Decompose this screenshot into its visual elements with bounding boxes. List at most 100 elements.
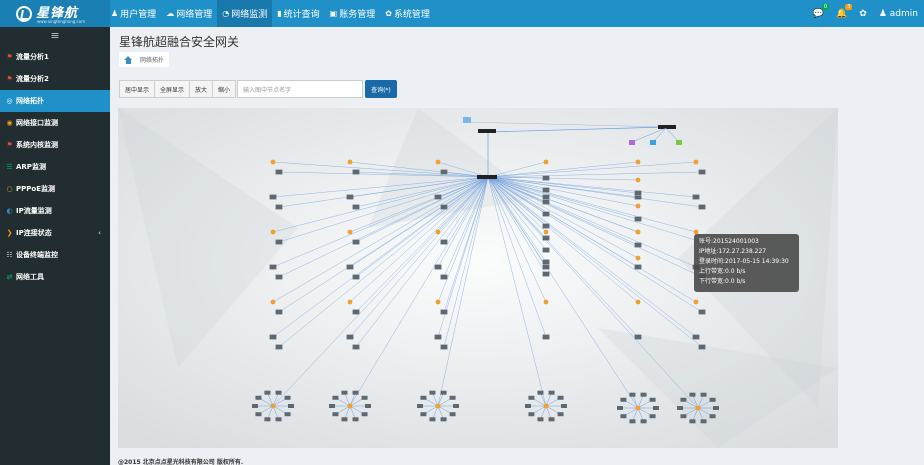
pc-node-icon[interactable] xyxy=(542,187,550,193)
pc-node-icon[interactable] xyxy=(548,390,555,395)
settings-button[interactable]: ✿ xyxy=(859,9,867,19)
pc-node-icon[interactable] xyxy=(634,216,642,222)
node-search-input[interactable]: 输入图中节点名字 xyxy=(237,80,364,98)
pc-node-icon[interactable] xyxy=(542,334,550,340)
pc-node-icon[interactable] xyxy=(542,199,550,205)
user-node-icon[interactable] xyxy=(635,229,641,235)
sidebar-item-5[interactable]: ☰ ARP监测 xyxy=(0,156,110,178)
server-node-icon[interactable] xyxy=(650,140,656,145)
pc-node-icon[interactable] xyxy=(542,247,550,253)
pc-node-icon[interactable] xyxy=(352,169,360,175)
pc-node-icon[interactable] xyxy=(542,235,550,241)
logo[interactable]: 星锋航 www.xingfenghang.com xyxy=(0,0,110,27)
pc-node-icon[interactable] xyxy=(653,406,659,410)
pc-node-icon[interactable] xyxy=(537,417,544,422)
pc-node-icon[interactable] xyxy=(269,194,277,200)
pc-node-icon[interactable] xyxy=(692,334,700,340)
center-view-button[interactable]: 居中显示 xyxy=(119,80,156,98)
pc-node-icon[interactable] xyxy=(640,392,647,397)
pc-node-icon[interactable] xyxy=(269,264,277,270)
pc-node-icon[interactable] xyxy=(275,239,283,245)
pc-node-icon[interactable] xyxy=(365,404,371,408)
server-node-icon[interactable] xyxy=(676,140,682,145)
pc-node-icon[interactable] xyxy=(700,392,707,397)
pc-node-icon[interactable] xyxy=(649,414,656,419)
pc-node-icon[interactable] xyxy=(620,414,627,419)
pc-node-icon[interactable] xyxy=(269,334,277,340)
user-node-icon[interactable] xyxy=(635,299,641,305)
pc-node-icon[interactable] xyxy=(617,406,623,410)
pc-node-icon[interactable] xyxy=(361,412,368,417)
pc-node-icon[interactable] xyxy=(275,390,282,395)
pc-node-icon[interactable] xyxy=(284,395,291,400)
user-node-icon[interactable] xyxy=(347,299,353,305)
pc-node-icon[interactable] xyxy=(434,264,442,270)
user-node-icon[interactable] xyxy=(543,229,549,235)
router-device-icon[interactable] xyxy=(658,125,676,129)
pc-node-icon[interactable] xyxy=(528,412,535,417)
pc-node-icon[interactable] xyxy=(698,204,706,210)
zoom-in-button[interactable]: 放大 xyxy=(189,80,214,98)
pc-node-icon[interactable] xyxy=(341,417,348,422)
pc-node-icon[interactable] xyxy=(542,271,550,277)
pc-node-icon[interactable] xyxy=(542,194,550,200)
pc-node-icon[interactable] xyxy=(440,239,448,245)
pc-node-icon[interactable] xyxy=(434,334,442,340)
user-node-icon[interactable] xyxy=(435,299,441,305)
user-node-icon[interactable] xyxy=(347,229,353,235)
pc-node-icon[interactable] xyxy=(346,334,354,340)
pc-node-icon[interactable] xyxy=(352,274,360,280)
sidebar-item-1[interactable]: ⚑ 流量分析2 xyxy=(0,68,110,90)
pc-node-icon[interactable] xyxy=(352,309,360,315)
pc-node-icon[interactable] xyxy=(542,259,550,265)
topnav-statistics[interactable]: ▮ 统计查询 xyxy=(272,0,324,27)
sidebar-item-4[interactable]: ⚑ 系统内核监测 xyxy=(0,134,110,156)
user-node-icon[interactable] xyxy=(543,159,549,165)
pc-node-icon[interactable] xyxy=(275,169,283,175)
pc-node-icon[interactable] xyxy=(620,397,627,402)
topology-canvas[interactable]: 账号:201524001003 IP地址:172.27.238.227 登录时间… xyxy=(118,108,838,448)
pc-node-icon[interactable] xyxy=(542,264,550,270)
notifications-button[interactable]: 🔔 3 xyxy=(836,3,853,19)
server-node-icon[interactable] xyxy=(629,140,635,145)
pc-node-icon[interactable] xyxy=(275,274,283,280)
pc-node-icon[interactable] xyxy=(453,404,459,408)
sidebar-item-7[interactable]: ◐ IP流量监测 xyxy=(0,200,110,222)
topnav-system[interactable]: ✿ 系统管理 xyxy=(380,0,435,27)
sidebar-item-10[interactable]: ⇄ 网络工具 xyxy=(0,266,110,288)
pc-node-icon[interactable] xyxy=(275,344,283,350)
gateway-device-icon[interactable] xyxy=(478,129,496,133)
pc-node-icon[interactable] xyxy=(288,404,294,408)
pc-node-icon[interactable] xyxy=(420,412,427,417)
user-node-icon[interactable] xyxy=(435,229,441,235)
user-node-icon[interactable] xyxy=(270,159,276,165)
pc-node-icon[interactable] xyxy=(332,395,339,400)
sidebar-item-6[interactable]: ○ PPPoE监测 xyxy=(0,178,110,200)
pc-node-icon[interactable] xyxy=(420,395,427,400)
pc-node-icon[interactable] xyxy=(680,414,687,419)
topnav-network-management[interactable]: ☁ 网络管理 xyxy=(161,0,217,27)
user-node-icon[interactable] xyxy=(635,203,641,209)
pc-node-icon[interactable] xyxy=(255,395,262,400)
user-node-icon[interactable] xyxy=(693,159,699,165)
pc-node-icon[interactable] xyxy=(709,397,716,402)
sidebar-toggle[interactable]: ≡ xyxy=(0,27,110,46)
topnav-network-monitoring[interactable]: ◔ 网络监测 xyxy=(217,0,273,27)
user-node-icon[interactable] xyxy=(543,299,549,305)
user-node-icon[interactable] xyxy=(270,299,276,305)
pc-node-icon[interactable] xyxy=(449,412,456,417)
pc-node-icon[interactable] xyxy=(709,414,716,419)
sidebar-item-3[interactable]: ◉ 网络接口监测 xyxy=(0,112,110,134)
pc-node-icon[interactable] xyxy=(352,204,360,210)
pc-node-icon[interactable] xyxy=(542,223,550,229)
pc-node-icon[interactable] xyxy=(440,309,448,315)
topnav-user-management[interactable]: ♟ 用户管理 xyxy=(106,0,161,27)
zoom-out-button[interactable]: 缩小 xyxy=(212,80,237,98)
pc-node-icon[interactable] xyxy=(698,309,706,315)
pc-node-icon[interactable] xyxy=(689,392,696,397)
pc-node-icon[interactable] xyxy=(713,406,719,410)
pc-node-icon[interactable] xyxy=(341,390,348,395)
pc-node-icon[interactable] xyxy=(698,169,706,175)
core-switch-icon[interactable] xyxy=(477,175,497,179)
pc-node-icon[interactable] xyxy=(252,404,258,408)
